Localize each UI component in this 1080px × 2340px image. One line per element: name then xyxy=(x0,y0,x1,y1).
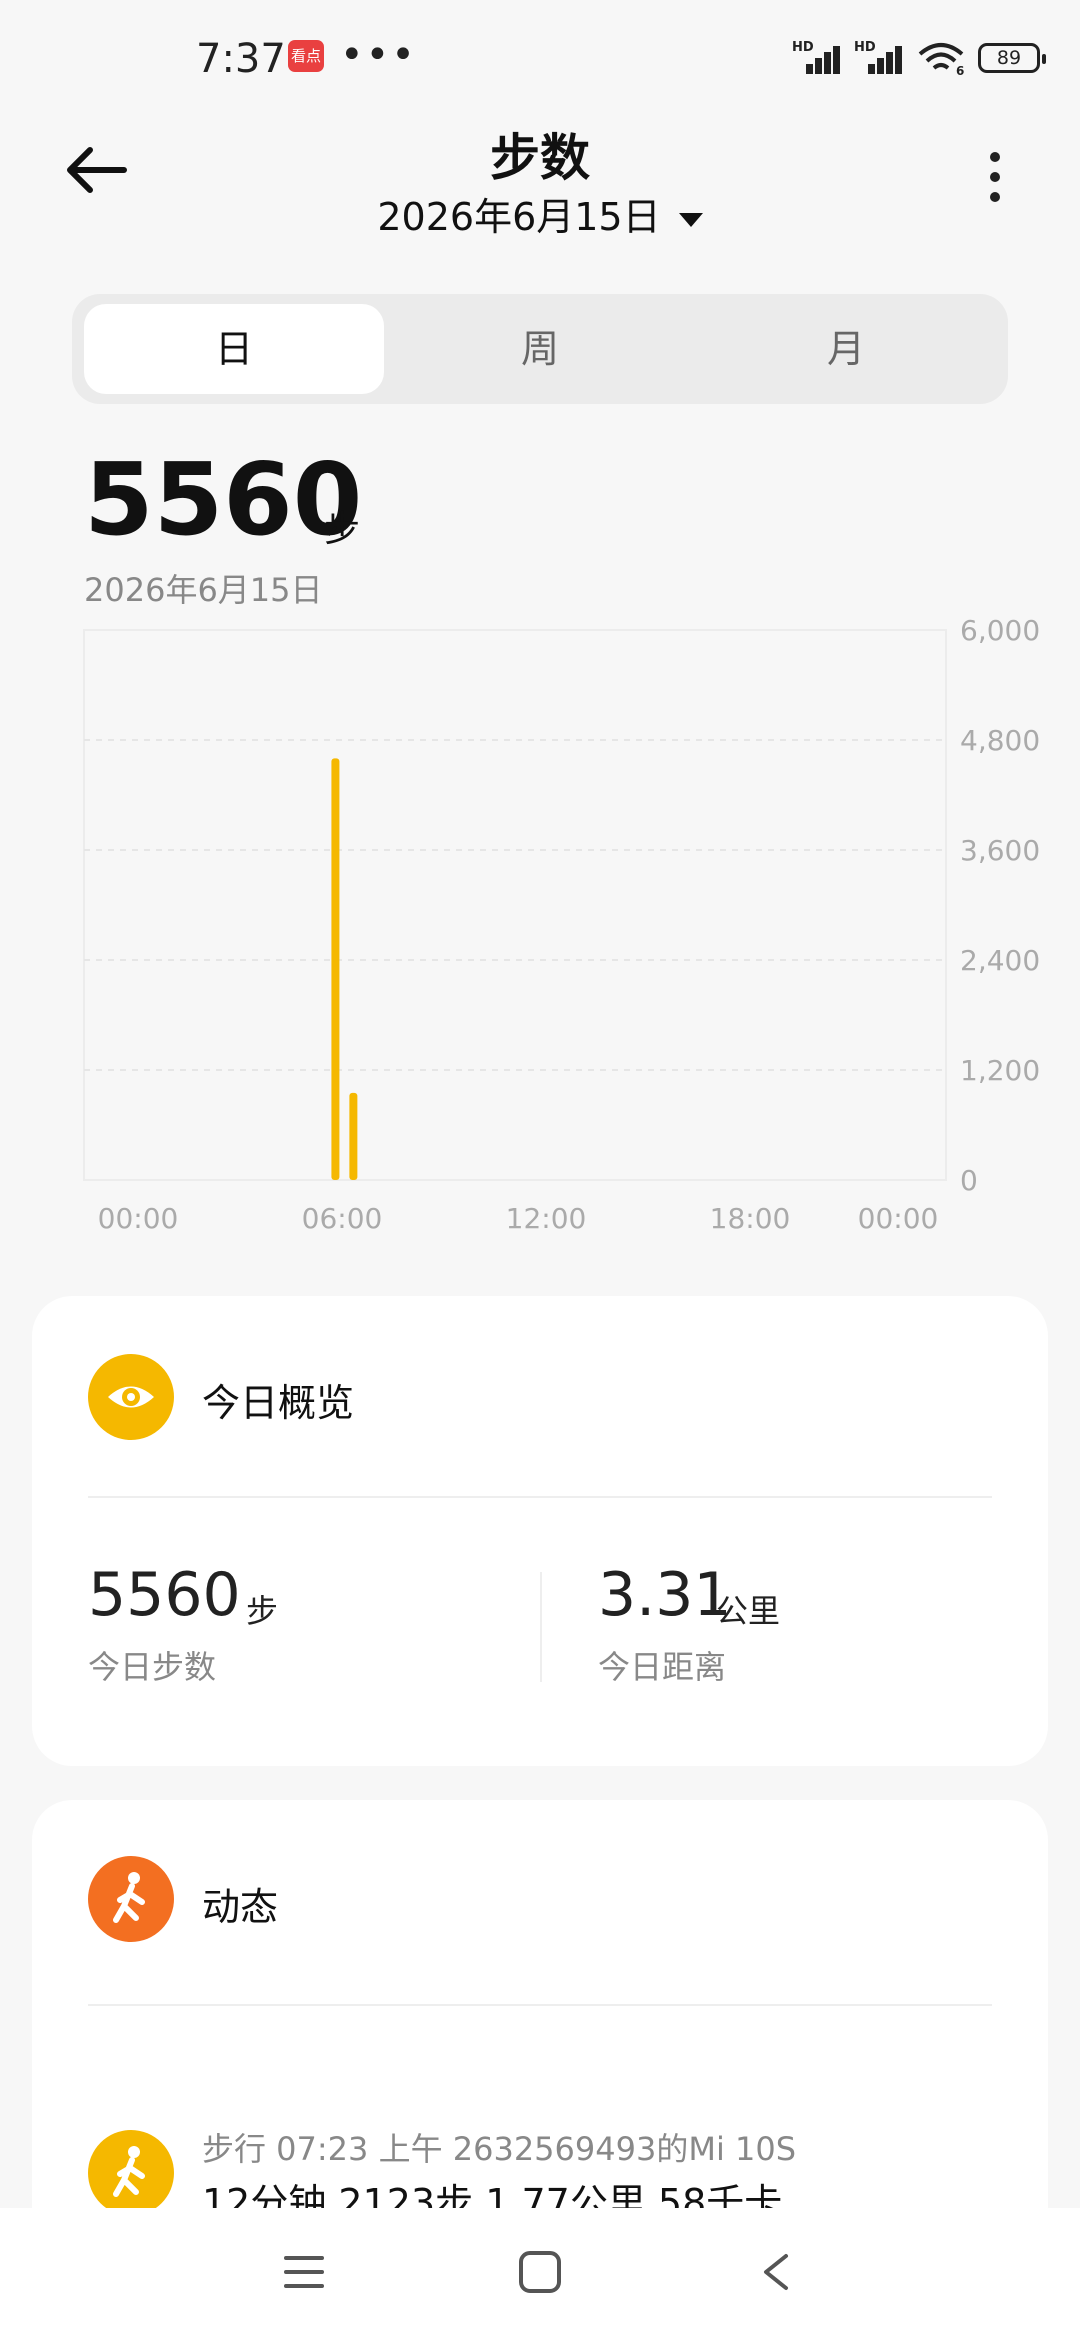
signal-sim2-icon: HD xyxy=(854,40,904,76)
more-notifications-icon: ••• xyxy=(340,32,417,78)
page-title: 步数 xyxy=(490,129,590,187)
walking-icon xyxy=(88,1856,174,1942)
walking-entry-icon xyxy=(88,2130,174,2216)
chart-bar[interactable] xyxy=(349,1092,358,1180)
tab-day[interactable]: 日 xyxy=(84,304,384,394)
period-tabs: 日 周 月 xyxy=(72,294,1008,404)
y-tick-label: 6,000 xyxy=(960,614,1040,647)
overview-steps-value: 5560 xyxy=(88,1560,241,1630)
y-tick-label: 0 xyxy=(960,1164,978,1197)
home-icon[interactable] xyxy=(518,2250,562,2294)
status-time: 7:37 xyxy=(196,36,286,82)
overview-title: 今日概览 xyxy=(202,1381,355,1425)
svg-text:6: 6 xyxy=(956,64,964,76)
date-picker[interactable]: 2026年6月15日 xyxy=(0,186,1080,241)
overview-steps-label: 今日步数 xyxy=(88,1648,217,1686)
overview-distance-value: 3.31 xyxy=(598,1560,732,1630)
overview-distance-label: 今日距离 xyxy=(598,1648,727,1686)
overview-divider xyxy=(88,1496,992,1498)
steps-chart: 6,000 4,800 3,600 2,400 1,200 0 00:00 06:00 12:0… xyxy=(83,614,1040,1235)
tab-week[interactable]: 周 xyxy=(390,304,690,394)
wifi-icon: 6 xyxy=(918,43,964,76)
chart-frame xyxy=(83,629,947,1181)
activity-entry-meta: 步行 07:23 上午 2632569493的Mi 10S xyxy=(202,2130,797,2168)
signal-sim1-icon: HD xyxy=(792,40,842,76)
x-tick-label: 00:00 xyxy=(858,1202,939,1235)
overview-separator xyxy=(540,1572,542,1682)
y-tick-label: 4,800 xyxy=(960,724,1040,757)
app-notification-icon: 看点 xyxy=(288,40,324,72)
x-tick-label: 18:00 xyxy=(710,1202,791,1235)
caret-down-icon xyxy=(678,212,703,227)
overview-card[interactable]: 今日概览 5560 步 今日步数 3.31 公里 今日距离 xyxy=(32,1296,1048,1766)
overview-distance-unit: 公里 xyxy=(716,1592,781,1630)
x-tick-label: 00:00 xyxy=(98,1202,179,1235)
activity-title: 动态 xyxy=(202,1885,279,1929)
tab-month[interactable]: 月 xyxy=(696,304,996,394)
eye-icon xyxy=(88,1354,174,1440)
system-nav-bar xyxy=(0,2208,1080,2340)
menu-icon[interactable] xyxy=(282,2252,326,2292)
total-steps: 5560 xyxy=(84,441,363,558)
y-tick-label: 3,600 xyxy=(960,834,1040,867)
y-tick-label: 2,400 xyxy=(960,944,1040,977)
total-steps-unit: 步 xyxy=(324,509,361,550)
back-nav-icon[interactable] xyxy=(760,2252,790,2292)
battery-icon: 89 xyxy=(978,43,1046,73)
y-tick-label: 1,200 xyxy=(960,1054,1040,1087)
status-bar: 7:37 看点 ••• HD HD 6 89 xyxy=(0,0,1080,120)
more-menu-icon[interactable] xyxy=(990,152,1002,202)
activity-divider xyxy=(88,2004,992,2006)
chart-bar[interactable] xyxy=(331,758,340,1180)
date-picker-label: 2026年6月15日 xyxy=(377,195,661,239)
x-tick-label: 12:00 xyxy=(506,1202,587,1235)
overview-steps-unit: 步 xyxy=(246,1592,279,1630)
x-tick-label: 06:00 xyxy=(302,1202,383,1235)
